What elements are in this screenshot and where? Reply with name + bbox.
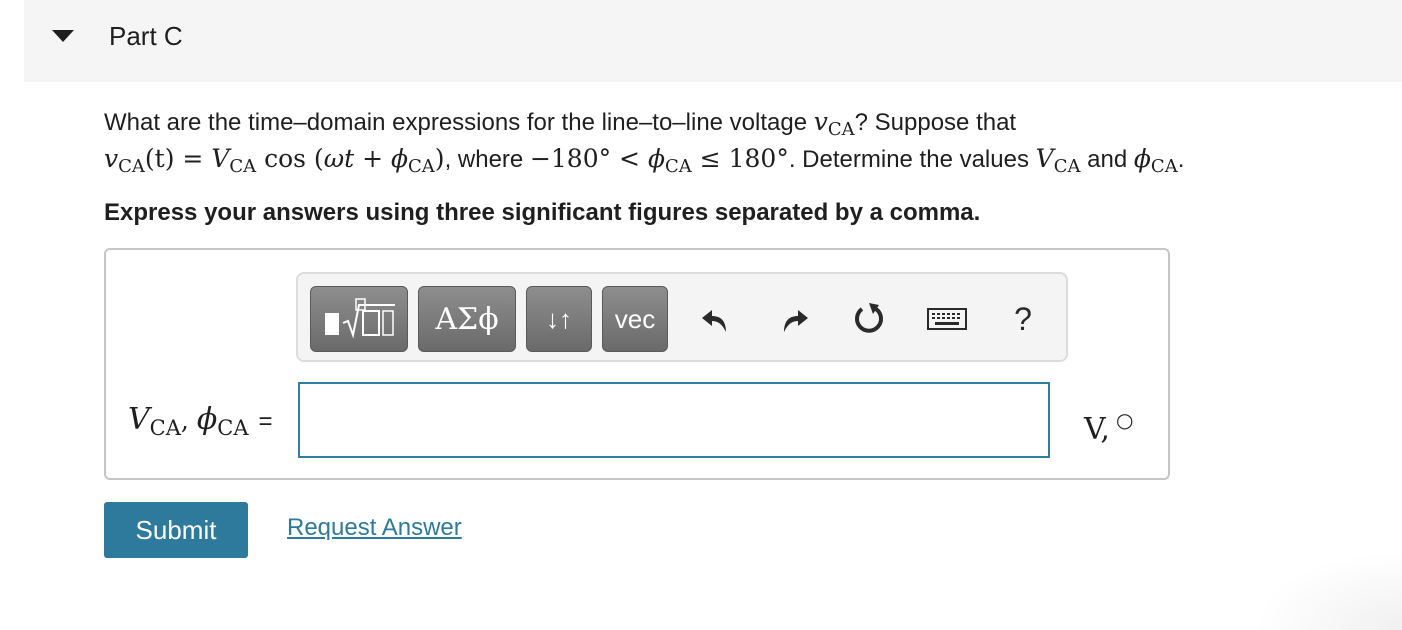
keyboard-icon[interactable] [924,296,970,342]
symbols-button[interactable]: ΑΣϕ [418,286,516,352]
part-title: Part C [109,21,183,51]
vector-button[interactable]: vec [602,286,668,352]
units-label: V, ○ [1084,408,1134,447]
submit-button[interactable]: Submit [104,502,248,558]
question-text: What are the time–domain expressions for… [104,104,1364,178]
question-intro: What are the time–domain expressions for… [104,109,814,136]
math-range: −180° < ϕCA ≤ 180° [529,144,789,177]
undo-icon[interactable] [694,296,740,342]
question-mark-text: ? Suppose that [854,109,1017,136]
answer-label: VCA, ϕCA = [128,402,273,440]
math-v-ca: vCA [813,107,855,140]
templates-button[interactable] [310,286,408,352]
templates-icon [325,298,395,339]
where-text: , where [444,146,530,173]
math-phi-ca: ϕCA [1133,144,1178,177]
reset-icon[interactable] [846,296,892,342]
triangle-down-icon[interactable] [52,30,74,42]
instruction-text: Express your answers using three signifi… [104,199,981,226]
math-expression: vCA(t) = VCA cos (ωt + ϕCA) [104,144,445,177]
part-header[interactable] [24,0,1402,82]
period-text: . [1177,146,1185,173]
subscript-superscript-button[interactable]: ↓↑ [526,286,592,352]
math-V-ca: VCA [1035,144,1081,177]
math-toolbar: ΑΣϕ ↓↑ vec ? [296,272,1068,362]
and-text: and [1080,146,1134,173]
help-icon[interactable]: ? [1000,296,1046,342]
determine-text: . Determine the values [788,146,1036,173]
request-answer-link[interactable]: Request Answer [287,512,462,544]
redo-icon[interactable] [770,296,816,342]
answer-input[interactable] [298,382,1050,458]
page-shadow [1252,550,1402,630]
